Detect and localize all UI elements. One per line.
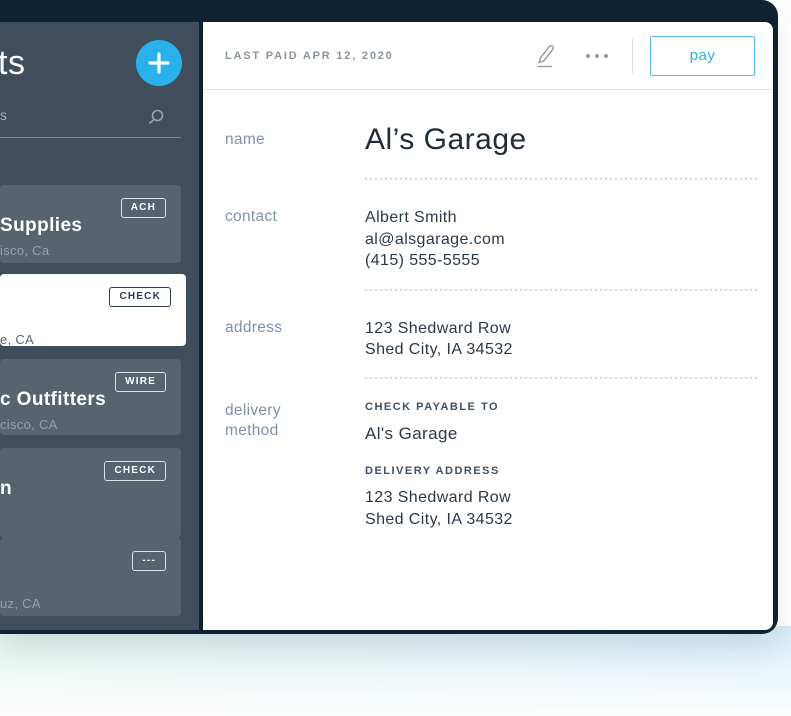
vendor-location: isco, Ca — [0, 243, 167, 258]
vendor-location: e, CA — [0, 332, 172, 347]
vendor-name-heading: Al’s Garage — [365, 123, 773, 157]
vendor-name: Supplies — [0, 215, 167, 237]
pay-button[interactable]: pay — [650, 36, 755, 76]
contact-email: al@alsgarage.com — [365, 229, 773, 251]
ellipsis-icon — [586, 54, 590, 58]
delivery-address-heading: DELIVERY ADDRESS — [365, 465, 773, 478]
vendor-name — [0, 304, 172, 326]
vendor-card[interactable]: --- uz, CA — [0, 538, 181, 616]
address-line-1: 123 Shedward Row — [365, 318, 773, 340]
payment-method-badge: CHECK — [104, 461, 166, 481]
detail-panel: LAST PAID APR 12, 2020 pay — [199, 22, 773, 630]
delivery-method-label: delivery method — [225, 401, 365, 441]
sidebar: ts s — [0, 22, 199, 630]
edit-button[interactable] — [529, 38, 560, 73]
vendor-card[interactable]: CHECK n — [0, 448, 181, 538]
payment-method-badge: ACH — [121, 198, 166, 218]
dotted-separator — [365, 377, 757, 379]
contact-label: contact — [225, 207, 365, 227]
vendor-name — [0, 568, 167, 590]
vendor-list: ACH Supplies isco, Ca CHECK e, CA WIRE c… — [0, 185, 199, 616]
detail-header: LAST PAID APR 12, 2020 pay — [203, 22, 773, 90]
pencil-icon — [533, 42, 556, 69]
vendor-location: cisco, CA — [0, 417, 167, 432]
dotted-separator — [365, 178, 757, 180]
payment-method-badge: WIRE — [115, 372, 166, 392]
vendor-card[interactable]: CHECK e, CA — [0, 274, 186, 346]
add-recipient-button[interactable] — [136, 40, 182, 86]
delivery-address-line-2: Shed City, IA 34532 — [365, 509, 773, 531]
detail-body: name Al’s Garage contact Albert Smith al… — [203, 90, 773, 630]
delivery-address-line-1: 123 Shedward Row — [365, 487, 773, 509]
search-field[interactable]: s — [0, 107, 181, 138]
search-text: s — [0, 107, 7, 123]
vendor-card[interactable]: WIRE c Outfitters cisco, CA — [0, 359, 181, 435]
address-label: address — [225, 318, 365, 338]
payment-method-badge: CHECK — [109, 287, 171, 307]
vendor-card[interactable]: ACH Supplies isco, Ca — [0, 185, 181, 263]
address-line-2: Shed City, IA 34532 — [365, 339, 773, 361]
dotted-separator — [365, 289, 757, 291]
vendor-name: n — [0, 478, 167, 500]
check-payable-heading: CHECK PAYABLE TO — [365, 401, 773, 414]
app-window: ts s — [0, 0, 778, 634]
background-gradient-fade — [0, 626, 791, 716]
vendor-location: uz, CA — [0, 596, 167, 611]
payment-method-badge: --- — [132, 551, 166, 571]
check-payable-value: Al's Garage — [365, 423, 773, 445]
header-divider — [632, 38, 633, 74]
plus-icon — [148, 52, 170, 74]
name-label: name — [225, 123, 365, 150]
contact-person: Albert Smith — [365, 207, 773, 229]
more-options-button[interactable] — [582, 50, 612, 62]
vendor-name: c Outfitters — [0, 389, 167, 411]
last-paid-text: LAST PAID APR 12, 2020 — [225, 50, 529, 62]
search-icon[interactable] — [148, 109, 164, 125]
sidebar-title: ts — [0, 44, 25, 83]
contact-phone: (415) 555-5555 — [365, 250, 773, 272]
